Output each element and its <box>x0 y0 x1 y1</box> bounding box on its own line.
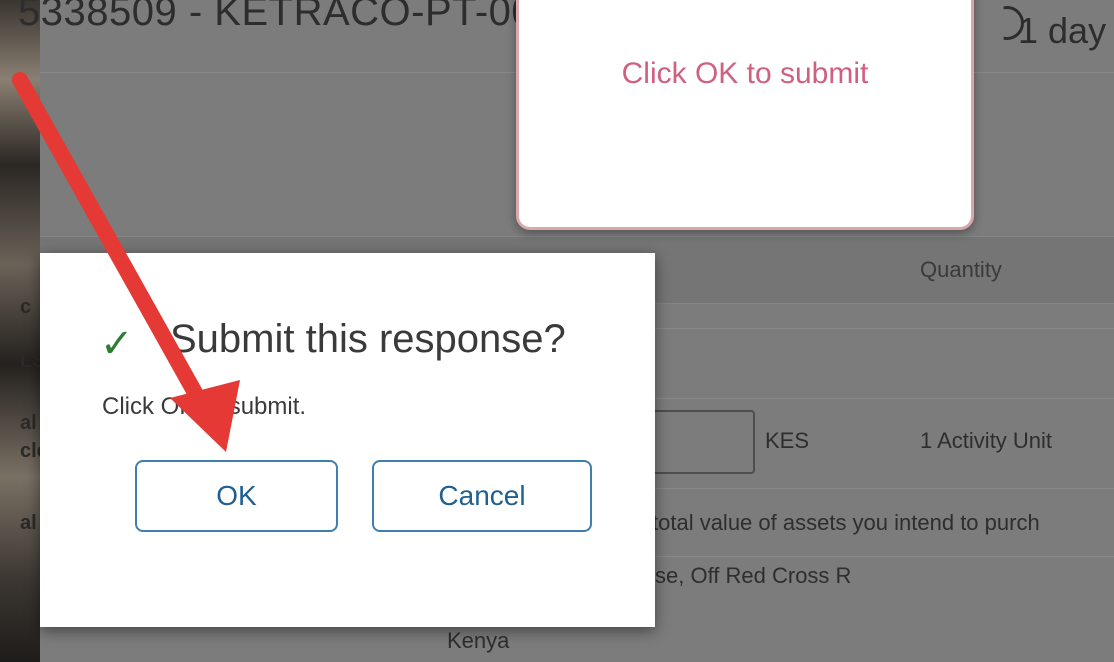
column-header-quantity: Quantity <box>920 257 1002 282</box>
submit-confirmation-dialog: ✓ Submit this response? Click OK to subm… <box>40 253 655 627</box>
row-label-fragment: al <box>20 512 37 534</box>
quantity-value: 1 Activity Unit <box>920 428 1053 453</box>
dialog-title: Submit this response? <box>170 317 566 361</box>
toast-notification: Click OK to submit <box>516 0 974 230</box>
price-input[interactable] <box>640 410 755 474</box>
time-remaining: 1 day <box>1018 10 1107 51</box>
help-text: total value of assets you intend to purc… <box>652 510 1040 535</box>
currency-label: KES <box>765 428 810 453</box>
toast-message: Click OK to submit <box>621 57 869 90</box>
row-label-fragment: al <box>20 412 37 434</box>
check-icon: ✓ <box>100 322 134 366</box>
address-text: se, Off Red Cross R <box>655 563 852 588</box>
cancel-button[interactable]: Cancel <box>372 460 592 532</box>
dialog-message: Click OK to submit. <box>102 393 307 420</box>
country-text: Kenya <box>447 628 510 653</box>
ok-button[interactable]: OK <box>135 460 338 532</box>
background-photo-strip <box>0 0 40 662</box>
document-title: 5338509 - KETRACO-PT-009 <box>18 0 557 34</box>
row-label-fragment: c <box>20 296 32 318</box>
